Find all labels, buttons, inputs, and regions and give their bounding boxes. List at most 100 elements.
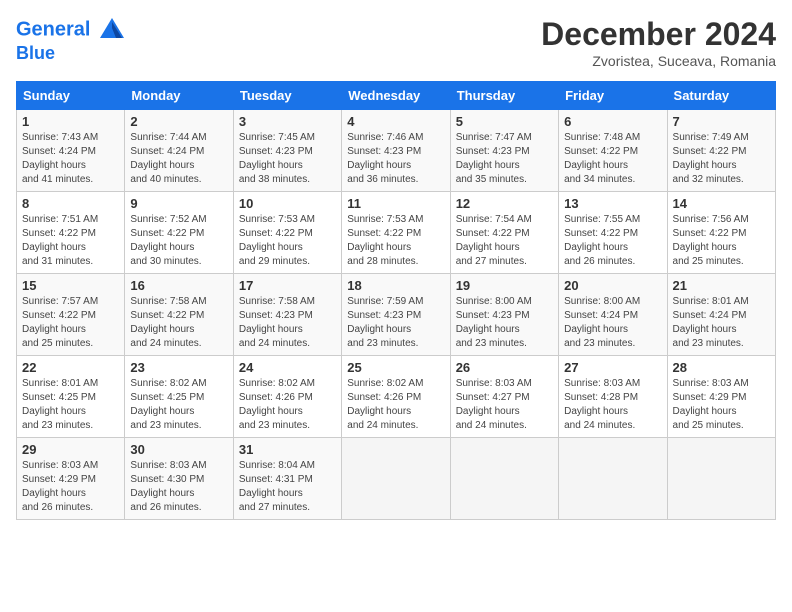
day-info: Sunrise: 7:57 AM Sunset: 4:22 PM Dayligh…: [22, 295, 119, 351]
calendar-cell: 28 Sunrise: 8:03 AM Sunset: 4:29 PM Dayl…: [667, 356, 775, 438]
day-number: 23: [130, 360, 227, 375]
weekday-saturday: Saturday: [667, 82, 775, 110]
day-number: 18: [347, 278, 444, 293]
day-number: 4: [347, 114, 444, 129]
calendar-cell: [559, 438, 667, 520]
day-number: 2: [130, 114, 227, 129]
calendar-cell: 17 Sunrise: 7:58 AM Sunset: 4:23 PM Dayl…: [233, 274, 341, 356]
day-info: Sunrise: 7:43 AM Sunset: 4:24 PM Dayligh…: [22, 131, 119, 187]
calendar-cell: 29 Sunrise: 8:03 AM Sunset: 4:29 PM Dayl…: [17, 438, 125, 520]
day-number: 24: [239, 360, 336, 375]
weekday-monday: Monday: [125, 82, 233, 110]
week-row-3: 15 Sunrise: 7:57 AM Sunset: 4:22 PM Dayl…: [17, 274, 776, 356]
week-row-2: 8 Sunrise: 7:51 AM Sunset: 4:22 PM Dayli…: [17, 192, 776, 274]
day-number: 3: [239, 114, 336, 129]
day-number: 6: [564, 114, 661, 129]
calendar-cell: 8 Sunrise: 7:51 AM Sunset: 4:22 PM Dayli…: [17, 192, 125, 274]
calendar-cell: 31 Sunrise: 8:04 AM Sunset: 4:31 PM Dayl…: [233, 438, 341, 520]
day-info: Sunrise: 7:49 AM Sunset: 4:22 PM Dayligh…: [673, 131, 770, 187]
weekday-header-row: SundayMondayTuesdayWednesdayThursdayFrid…: [17, 82, 776, 110]
calendar-cell: 5 Sunrise: 7:47 AM Sunset: 4:23 PM Dayli…: [450, 110, 558, 192]
day-info: Sunrise: 7:55 AM Sunset: 4:22 PM Dayligh…: [564, 213, 661, 269]
day-number: 16: [130, 278, 227, 293]
month-title: December 2024: [541, 16, 776, 53]
calendar-cell: 1 Sunrise: 7:43 AM Sunset: 4:24 PM Dayli…: [17, 110, 125, 192]
day-number: 26: [456, 360, 553, 375]
day-info: Sunrise: 7:46 AM Sunset: 4:23 PM Dayligh…: [347, 131, 444, 187]
calendar-table: SundayMondayTuesdayWednesdayThursdayFrid…: [16, 81, 776, 520]
calendar-cell: 4 Sunrise: 7:46 AM Sunset: 4:23 PM Dayli…: [342, 110, 450, 192]
day-info: Sunrise: 7:54 AM Sunset: 4:22 PM Dayligh…: [456, 213, 553, 269]
calendar-cell: 2 Sunrise: 7:44 AM Sunset: 4:24 PM Dayli…: [125, 110, 233, 192]
day-info: Sunrise: 8:02 AM Sunset: 4:26 PM Dayligh…: [347, 377, 444, 433]
calendar-cell: [450, 438, 558, 520]
day-number: 7: [673, 114, 770, 129]
day-number: 13: [564, 196, 661, 211]
weekday-thursday: Thursday: [450, 82, 558, 110]
calendar-cell: 25 Sunrise: 8:02 AM Sunset: 4:26 PM Dayl…: [342, 356, 450, 438]
day-info: Sunrise: 8:00 AM Sunset: 4:24 PM Dayligh…: [564, 295, 661, 351]
day-info: Sunrise: 7:47 AM Sunset: 4:23 PM Dayligh…: [456, 131, 553, 187]
day-number: 5: [456, 114, 553, 129]
day-info: Sunrise: 7:48 AM Sunset: 4:22 PM Dayligh…: [564, 131, 661, 187]
day-info: Sunrise: 8:03 AM Sunset: 4:29 PM Dayligh…: [22, 459, 119, 515]
calendar-cell: 26 Sunrise: 8:03 AM Sunset: 4:27 PM Dayl…: [450, 356, 558, 438]
calendar-cell: 19 Sunrise: 8:00 AM Sunset: 4:23 PM Dayl…: [450, 274, 558, 356]
day-info: Sunrise: 7:58 AM Sunset: 4:23 PM Dayligh…: [239, 295, 336, 351]
calendar-cell: 6 Sunrise: 7:48 AM Sunset: 4:22 PM Dayli…: [559, 110, 667, 192]
calendar-cell: 9 Sunrise: 7:52 AM Sunset: 4:22 PM Dayli…: [125, 192, 233, 274]
calendar-cell: 27 Sunrise: 8:03 AM Sunset: 4:28 PM Dayl…: [559, 356, 667, 438]
day-info: Sunrise: 7:44 AM Sunset: 4:24 PM Dayligh…: [130, 131, 227, 187]
day-info: Sunrise: 7:53 AM Sunset: 4:22 PM Dayligh…: [239, 213, 336, 269]
calendar-cell: 12 Sunrise: 7:54 AM Sunset: 4:22 PM Dayl…: [450, 192, 558, 274]
day-info: Sunrise: 8:03 AM Sunset: 4:27 PM Dayligh…: [456, 377, 553, 433]
week-row-1: 1 Sunrise: 7:43 AM Sunset: 4:24 PM Dayli…: [17, 110, 776, 192]
day-info: Sunrise: 7:56 AM Sunset: 4:22 PM Dayligh…: [673, 213, 770, 269]
day-info: Sunrise: 8:03 AM Sunset: 4:30 PM Dayligh…: [130, 459, 227, 515]
day-number: 15: [22, 278, 119, 293]
logo: General Blue: [16, 16, 126, 64]
day-number: 20: [564, 278, 661, 293]
day-number: 1: [22, 114, 119, 129]
title-area: December 2024 Zvoristea, Suceava, Romani…: [541, 16, 776, 69]
day-number: 14: [673, 196, 770, 211]
day-info: Sunrise: 8:02 AM Sunset: 4:25 PM Dayligh…: [130, 377, 227, 433]
weekday-tuesday: Tuesday: [233, 82, 341, 110]
calendar-cell: 10 Sunrise: 7:53 AM Sunset: 4:22 PM Dayl…: [233, 192, 341, 274]
day-number: 9: [130, 196, 227, 211]
week-row-5: 29 Sunrise: 8:03 AM Sunset: 4:29 PM Dayl…: [17, 438, 776, 520]
day-number: 8: [22, 196, 119, 211]
week-row-4: 22 Sunrise: 8:01 AM Sunset: 4:25 PM Dayl…: [17, 356, 776, 438]
calendar-cell: 24 Sunrise: 8:02 AM Sunset: 4:26 PM Dayl…: [233, 356, 341, 438]
day-info: Sunrise: 7:53 AM Sunset: 4:22 PM Dayligh…: [347, 213, 444, 269]
day-number: 28: [673, 360, 770, 375]
logo-line2: Blue: [16, 44, 126, 64]
day-number: 27: [564, 360, 661, 375]
day-number: 31: [239, 442, 336, 457]
day-number: 30: [130, 442, 227, 457]
day-info: Sunrise: 7:58 AM Sunset: 4:22 PM Dayligh…: [130, 295, 227, 351]
day-info: Sunrise: 8:01 AM Sunset: 4:25 PM Dayligh…: [22, 377, 119, 433]
day-number: 22: [22, 360, 119, 375]
calendar-cell: [667, 438, 775, 520]
calendar-cell: 3 Sunrise: 7:45 AM Sunset: 4:23 PM Dayli…: [233, 110, 341, 192]
day-number: 21: [673, 278, 770, 293]
day-info: Sunrise: 8:03 AM Sunset: 4:29 PM Dayligh…: [673, 377, 770, 433]
calendar-cell: 16 Sunrise: 7:58 AM Sunset: 4:22 PM Dayl…: [125, 274, 233, 356]
location-subtitle: Zvoristea, Suceava, Romania: [541, 53, 776, 69]
day-number: 17: [239, 278, 336, 293]
day-number: 29: [22, 442, 119, 457]
calendar-cell: 23 Sunrise: 8:02 AM Sunset: 4:25 PM Dayl…: [125, 356, 233, 438]
day-number: 12: [456, 196, 553, 211]
weekday-wednesday: Wednesday: [342, 82, 450, 110]
calendar-cell: 21 Sunrise: 8:01 AM Sunset: 4:24 PM Dayl…: [667, 274, 775, 356]
calendar-cell: 7 Sunrise: 7:49 AM Sunset: 4:22 PM Dayli…: [667, 110, 775, 192]
weekday-friday: Friday: [559, 82, 667, 110]
calendar-cell: 14 Sunrise: 7:56 AM Sunset: 4:22 PM Dayl…: [667, 192, 775, 274]
calendar-cell: 22 Sunrise: 8:01 AM Sunset: 4:25 PM Dayl…: [17, 356, 125, 438]
page-header: General Blue December 2024 Zvoristea, Su…: [16, 16, 776, 69]
logo-text: General: [16, 16, 126, 44]
calendar-cell: [342, 438, 450, 520]
day-info: Sunrise: 8:01 AM Sunset: 4:24 PM Dayligh…: [673, 295, 770, 351]
day-number: 19: [456, 278, 553, 293]
